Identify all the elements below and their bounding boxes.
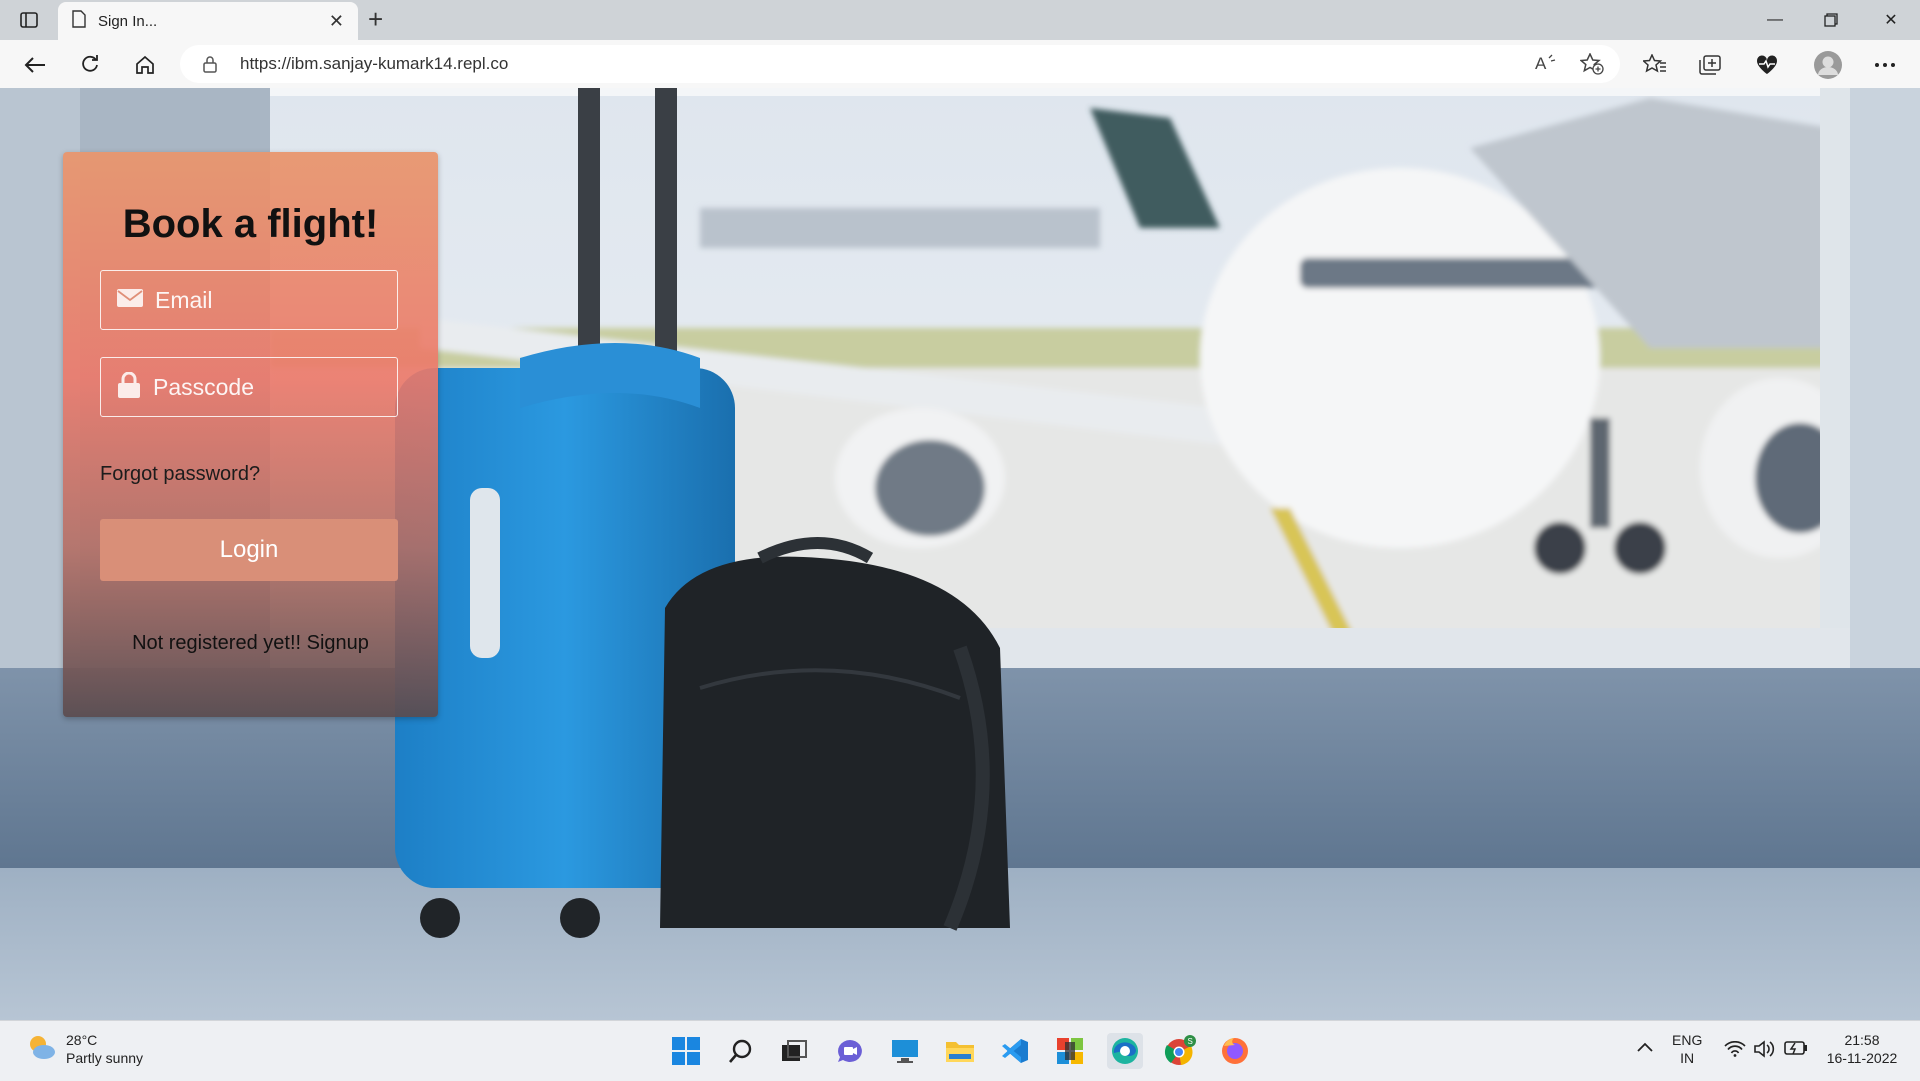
email-field[interactable]: Email [100,270,398,330]
language-indicator[interactable]: ENG IN [1672,1031,1702,1067]
weather-temperature: 28°C [66,1032,98,1048]
task-view-icon[interactable] [777,1033,813,1069]
weather-widget[interactable]: 28°C Partly sunny [26,1031,143,1067]
back-icon[interactable] [20,50,50,80]
new-tab-icon[interactable]: + [368,6,383,32]
signup-link[interactable]: Not registered yet!! Signup [63,632,438,655]
language-code: ENG [1672,1032,1703,1048]
edge-icon[interactable] [1107,1033,1143,1069]
start-icon[interactable] [668,1033,704,1069]
address-bar[interactable]: https://ibm.sanjay-kumark14.repl.co A [180,45,1620,83]
refresh-icon[interactable] [75,50,105,80]
passcode-placeholder: Passcode [153,373,255,400]
svg-text:A: A [1535,54,1547,73]
login-card: Book a flight! Email Passcode Forgot pas… [63,152,438,717]
store-icon[interactable] [1052,1033,1088,1069]
minimize-icon[interactable]: — [1747,0,1803,40]
close-window-icon[interactable]: ✕ [1863,0,1919,40]
email-placeholder: Email [155,286,213,313]
tab-title: Sign In... [98,12,158,30]
svg-text:S: S [1188,1037,1193,1046]
browser-tab-bar: Sign In... ✕ + — ✕ [0,0,1920,40]
page-title: Book a flight! [122,202,379,246]
collections-icon[interactable] [1695,50,1725,80]
add-favorite-icon[interactable] [1579,52,1604,80]
chrome-icon[interactable]: S [1162,1033,1198,1069]
url-text: https://ibm.sanjay-kumark14.repl.co [240,54,509,73]
clock[interactable]: 21:58 16-11-2022 [1822,1031,1902,1067]
weather-description: Partly sunny [66,1050,144,1066]
partly-sunny-icon [26,1032,56,1067]
envelope-icon [117,288,143,312]
tab-sign-in[interactable]: Sign In... ✕ [58,2,358,40]
address-toolbar: https://ibm.sanjay-kumark14.repl.co A [0,40,1920,89]
page-viewport: Book a flight! Email Passcode Forgot pas… [0,88,1920,1020]
read-aloud-icon[interactable]: A [1535,53,1557,78]
file-explorer-icon[interactable] [942,1033,978,1069]
taskbar: 28°C Partly sunny S ENG IN 21:58 16-11-2… [0,1020,1920,1081]
close-tab-icon[interactable]: ✕ [329,11,344,32]
lock-icon[interactable] [202,55,218,78]
more-menu-icon[interactable] [1870,50,1900,80]
region-code: IN [1680,1050,1695,1066]
passcode-field[interactable]: Passcode [100,357,398,417]
login-button[interactable]: Login [100,519,398,581]
chat-icon[interactable] [832,1033,868,1069]
vscode-icon[interactable] [997,1033,1033,1069]
restore-icon[interactable] [1803,0,1859,40]
page-icon [72,9,86,33]
tab-actions-icon[interactable] [16,9,42,31]
clock-time: 21:58 [1844,1032,1880,1048]
firefox-icon[interactable] [1217,1033,1253,1069]
browser-essentials-icon[interactable] [1752,50,1782,80]
forgot-password-link[interactable]: Forgot password? [100,463,260,486]
clock-date: 16-11-2022 [1826,1050,1898,1066]
profile-avatar-icon[interactable] [1813,50,1843,80]
home-icon[interactable] [130,50,160,80]
favorites-icon[interactable] [1640,50,1670,80]
wifi-icon[interactable] [1724,1040,1746,1061]
battery-icon[interactable] [1784,1041,1808,1059]
volume-icon[interactable] [1754,1040,1776,1062]
lock-icon [117,371,141,403]
search-icon[interactable] [723,1033,759,1069]
chevron-up-icon[interactable] [1636,1039,1654,1057]
desktop-icon[interactable] [887,1033,923,1069]
